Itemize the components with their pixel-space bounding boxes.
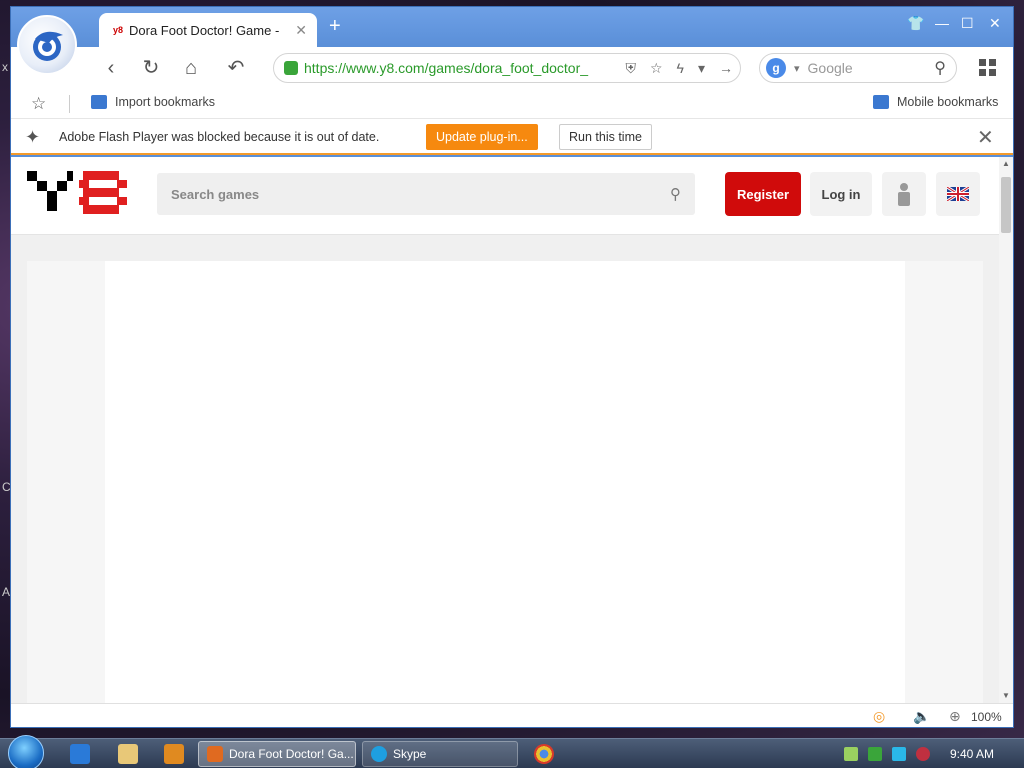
register-button[interactable]: Register <box>725 172 801 216</box>
tab-title: Dora Foot Doctor! Game - <box>129 22 280 38</box>
game-search-placeholder: Search games <box>171 186 260 202</box>
chrome-icon[interactable] <box>534 744 554 764</box>
close-window-button[interactable]: ✕ <box>989 15 1001 32</box>
address-bar[interactable]: https://www.y8.com/games/dora_foot_docto… <box>273 53 741 83</box>
status-bar: ◎ 🔈 ⊕ 100% <box>11 703 1013 727</box>
search-icon[interactable]: ⚲ <box>934 58 946 78</box>
game-search-input[interactable]: Search games ⚲ <box>157 173 695 215</box>
taskbar-browser-label: Dora Foot Doctor! Ga... <box>229 747 354 761</box>
taskbar-browser-task[interactable]: Dora Foot Doctor! Ga... <box>198 741 356 767</box>
apps-grid-icon[interactable] <box>979 59 997 77</box>
update-plugin-button[interactable]: Update plug-in... <box>426 124 538 150</box>
y8-favicon-icon: y8 <box>113 25 124 35</box>
new-tab-button[interactable]: + <box>329 15 341 38</box>
lightning-icon[interactable]: ϟ <box>677 60 684 76</box>
uc-browser-logo[interactable] <box>17 15 77 75</box>
navigation-bar: ‹ ↻ ⌂ ↶ https://www.y8.com/games/dora_fo… <box>11 47 1013 89</box>
start-button[interactable] <box>8 735 44 768</box>
run-this-time-button[interactable]: Run this time <box>559 124 652 150</box>
search-icon[interactable]: ⚲ <box>670 185 681 203</box>
back-arrow-icon[interactable]: ‹ <box>99 57 123 79</box>
home-icon[interactable]: ⌂ <box>179 57 203 79</box>
zoom-icon[interactable]: ⊕ <box>949 708 961 725</box>
tray-app-icon[interactable] <box>916 747 930 761</box>
search-engine-input[interactable]: Google <box>808 60 935 76</box>
plugin-puzzle-icon: ✦ <box>25 127 41 147</box>
search-engine-icon[interactable]: g <box>766 58 786 78</box>
skin-shirt-icon[interactable]: 👕 <box>907 15 924 32</box>
scroll-up-icon[interactable]: ▲ <box>1002 159 1010 168</box>
bookmark-star-icon[interactable]: ☆ <box>650 60 663 77</box>
user-silhouette-icon <box>898 183 910 206</box>
browser-window: y8 Dora Foot Doctor! Game - ✕ + 👕 — ☐ ✕ … <box>10 6 1014 728</box>
speaker-icon[interactable]: 🔈 <box>913 708 930 725</box>
tray-monitor-icon[interactable] <box>892 747 906 761</box>
flash-message: Adobe Flash Player was blocked because i… <box>59 130 380 144</box>
flash-blocked-infobar: ✦ Adobe Flash Player was blocked because… <box>11 119 1013 155</box>
zoom-level[interactable]: 100% <box>971 710 1002 724</box>
tab-close-icon[interactable]: ✕ <box>295 22 307 39</box>
scrollbar-thumb[interactable] <box>1001 177 1011 233</box>
page-content: Search games ⚲ Register Log in <box>11 157 999 703</box>
undo-icon[interactable]: ↶ <box>219 57 253 79</box>
site-header: Search games ⚲ Register Log in <box>11 157 999 235</box>
import-bookmarks-label: Import bookmarks <box>115 95 216 109</box>
chevron-down-icon[interactable]: ▾ <box>794 62 800 75</box>
uc-browser-icon <box>207 746 223 762</box>
cloud-folder-icon <box>873 95 889 109</box>
tab-active[interactable]: y8 Dora Foot Doctor! Game - ✕ <box>99 13 317 47</box>
game-canvas[interactable] <box>105 261 905 703</box>
language-button[interactable] <box>936 172 980 216</box>
taskbar-skype-label: Skype <box>393 747 427 761</box>
scroll-down-icon[interactable]: ▼ <box>1002 691 1010 700</box>
login-button[interactable]: Log in <box>810 172 872 216</box>
bookmarks-bar: ☆ Import bookmarks Mobile bookmarks <box>11 89 1013 119</box>
y8-logo[interactable] <box>27 171 129 217</box>
chevron-down-icon[interactable]: ▾ <box>698 60 705 77</box>
divider <box>69 95 70 113</box>
taskbar-skype-task[interactable]: Skype <box>362 741 518 767</box>
tray-icon[interactable] <box>844 747 858 761</box>
maximize-button[interactable]: ☐ <box>961 15 974 32</box>
uk-flag-icon <box>947 187 969 201</box>
media-player-icon[interactable] <box>164 744 184 764</box>
file-explorer-icon[interactable] <box>118 744 138 764</box>
bookmark-star-icon[interactable]: ☆ <box>31 94 46 114</box>
desktop-edge: A <box>2 585 11 599</box>
accelerator-icon[interactable]: ◎ <box>873 708 885 725</box>
minimize-button[interactable]: — <box>935 15 949 31</box>
skype-icon <box>371 746 387 762</box>
internet-explorer-icon[interactable] <box>70 744 90 764</box>
vertical-scrollbar[interactable]: ▲ ▼ <box>999 157 1013 703</box>
user-profile-button[interactable] <box>882 172 926 216</box>
search-engine-box[interactable]: g ▾ Google ⚲ <box>759 53 957 83</box>
mobile-bookmarks-link[interactable]: Mobile bookmarks <box>873 95 998 109</box>
import-bookmarks-link[interactable]: Import bookmarks <box>91 95 215 109</box>
import-icon <box>91 95 107 109</box>
reload-icon[interactable]: ↻ <box>139 57 163 79</box>
secure-lock-icon <box>284 61 298 75</box>
tray-network-icon[interactable] <box>868 747 882 761</box>
shield-icon[interactable]: ⛨ <box>625 60 636 77</box>
mobile-bookmarks-label: Mobile bookmarks <box>897 95 999 109</box>
title-bar: y8 Dora Foot Doctor! Game - ✕ + 👕 — ☐ ✕ <box>11 7 1013 47</box>
taskbar: Dora Foot Doctor! Ga... Skype 9:40 AM <box>0 735 1024 768</box>
desktop-edge: x <box>2 60 8 74</box>
uc-squirrel-icon <box>33 31 63 61</box>
go-arrow-icon[interactable]: → <box>719 60 733 76</box>
clock[interactable]: 9:40 AM <box>950 747 994 761</box>
url-text[interactable]: https://www.y8.com/games/dora_foot_docto… <box>304 60 618 76</box>
close-infobar-icon[interactable]: ✕ <box>977 125 994 150</box>
game-area <box>27 261 983 703</box>
